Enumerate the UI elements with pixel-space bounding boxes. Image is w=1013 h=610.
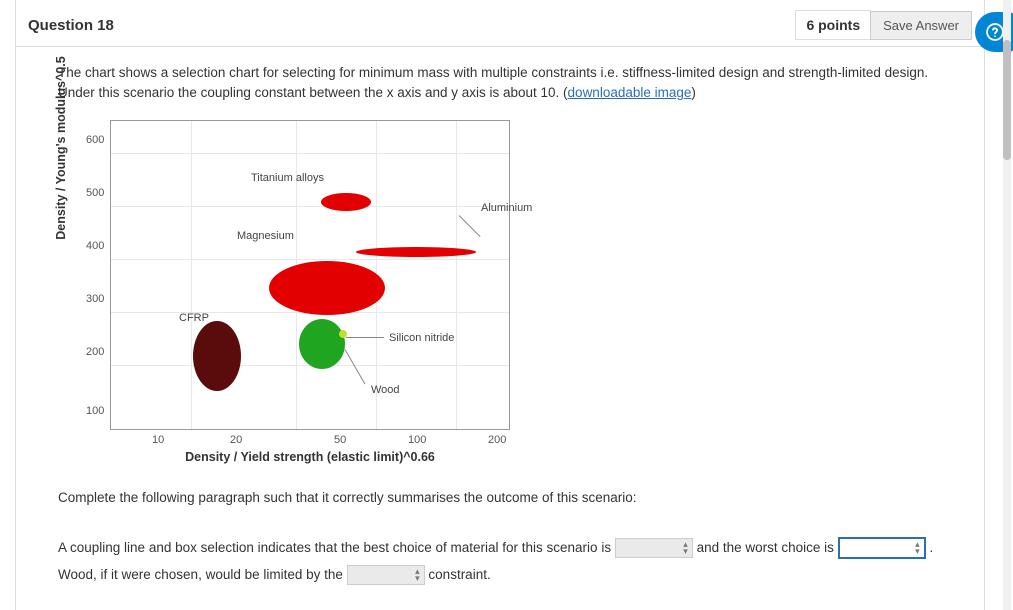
ytick: 300 xyxy=(86,292,104,308)
leader-line xyxy=(346,337,384,338)
gridline xyxy=(111,259,509,260)
gridline xyxy=(111,153,509,154)
label-silicon-nitride: Silicon nitride xyxy=(389,331,454,347)
fill-paragraph: A coupling line and box selection indica… xyxy=(58,534,954,588)
xtick: 10 xyxy=(152,433,164,449)
bubble-aluminium xyxy=(356,247,476,257)
page: Question 18 6 points Save Answer The cha… xyxy=(0,0,1013,610)
intro-part2: ) xyxy=(691,85,696,100)
instruction-paragraph: Complete the following paragraph such th… xyxy=(58,488,954,508)
question-title: Question 18 xyxy=(28,17,114,34)
xtick: 100 xyxy=(408,433,426,449)
intro-text: The chart shows a selection chart for se… xyxy=(58,63,954,102)
stepper-icon: ▴▾ xyxy=(915,541,920,555)
fill-text-2: and the worst choice is xyxy=(697,540,838,555)
gridline xyxy=(191,121,192,429)
points-badge: 6 points xyxy=(795,10,871,40)
question-header: Question 18 6 points Save Answer xyxy=(16,0,984,47)
constraint-dropdown[interactable]: ▴▾ xyxy=(347,565,425,585)
label-magnesium: Magnesium xyxy=(237,229,294,245)
y-axis-label: Density / Young's modulus^0.5 xyxy=(52,18,70,278)
question-card: Question 18 6 points Save Answer The cha… xyxy=(15,0,985,610)
ytick: 400 xyxy=(86,239,104,255)
worst-choice-dropdown[interactable]: ▴▾ xyxy=(838,537,926,559)
xtick: 20 xyxy=(230,433,242,449)
fill-text-1: A coupling line and box selection indica… xyxy=(58,540,615,555)
bubble-titanium xyxy=(321,193,371,211)
header-right: 6 points Save Answer xyxy=(795,10,972,40)
gridline xyxy=(456,121,457,429)
label-titanium: Titanium alloys xyxy=(251,171,324,187)
ytick: 200 xyxy=(86,345,104,361)
bubble-magnesium xyxy=(269,261,385,315)
fill-text-4: constraint. xyxy=(428,567,490,582)
save-answer-button[interactable]: Save Answer xyxy=(870,11,972,40)
label-wood: Wood xyxy=(371,383,400,399)
xtick: 50 xyxy=(334,433,346,449)
best-choice-dropdown[interactable]: ▴▾ xyxy=(615,538,693,558)
stepper-icon: ▴▾ xyxy=(683,541,688,555)
x-axis-label: Density / Yield strength (elastic limit)… xyxy=(110,448,510,466)
bubble-silicon-nitride xyxy=(299,319,345,369)
selection-chart: Density / Young's modulus^0.5 xyxy=(74,108,514,458)
leader-line xyxy=(345,349,366,384)
bubble-cfrp xyxy=(193,321,241,391)
ytick: 600 xyxy=(86,133,104,149)
leader-line xyxy=(459,215,481,237)
downloadable-image-link[interactable]: downloadable image xyxy=(568,85,692,100)
chart-plot-area: Titanium alloys Aluminium Magnesium CFRP… xyxy=(110,120,510,430)
ytick: 500 xyxy=(86,186,104,202)
xtick: 200 xyxy=(488,433,506,449)
label-cfrp: CFRP xyxy=(179,311,209,327)
help-icon xyxy=(985,22,1005,42)
intro-part1: The chart shows a selection chart for se… xyxy=(58,65,928,100)
question-body: The chart shows a selection chart for se… xyxy=(16,47,984,604)
ytick: 100 xyxy=(86,404,104,420)
gridline xyxy=(111,206,509,207)
label-aluminium: Aluminium xyxy=(481,201,532,217)
stepper-icon: ▴▾ xyxy=(415,568,420,582)
scrollbar-thumb[interactable] xyxy=(1003,40,1011,160)
